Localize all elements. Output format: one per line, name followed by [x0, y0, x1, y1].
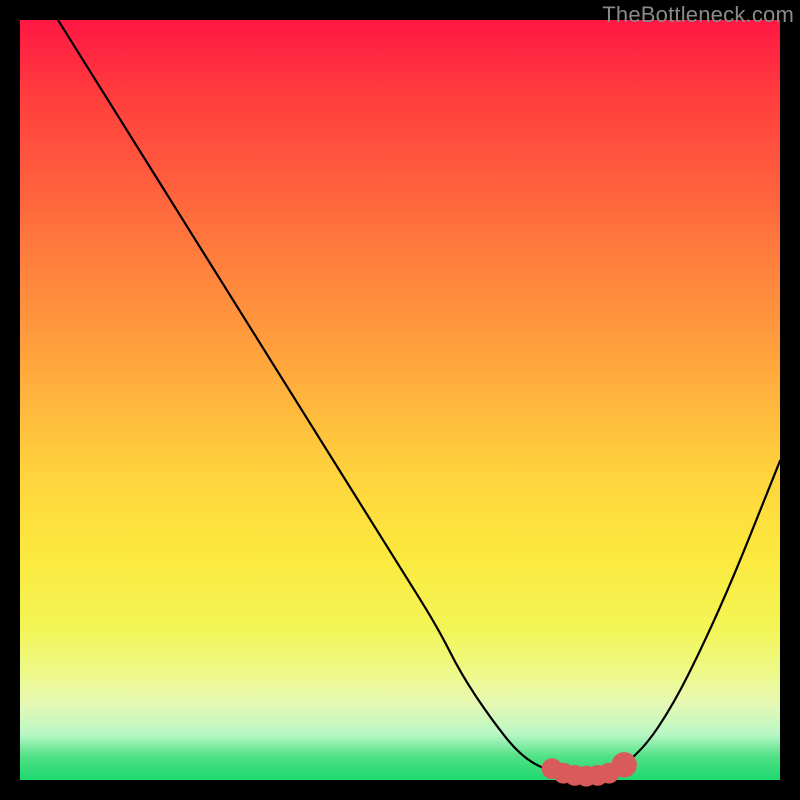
watermark-text: TheBottleneck.com: [602, 2, 794, 28]
plot-area: [20, 20, 780, 780]
optimal-range-markers: [542, 753, 636, 787]
bottleneck-curve: [58, 20, 780, 780]
optimal-marker: [612, 753, 636, 777]
chart-container: TheBottleneck.com: [0, 0, 800, 800]
chart-svg: [20, 20, 780, 780]
